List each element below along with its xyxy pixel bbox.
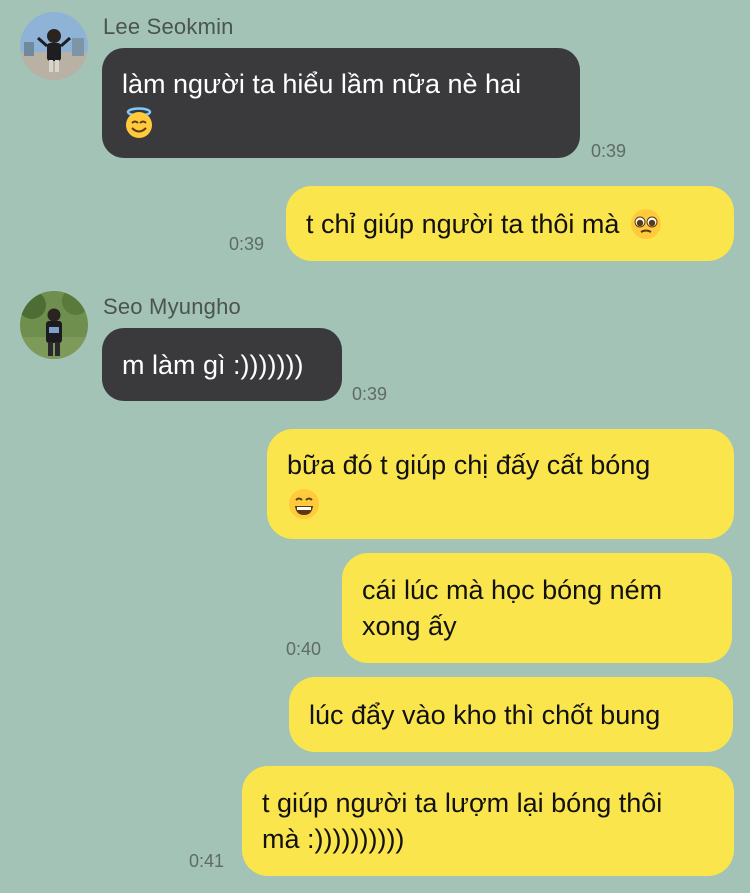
- message-bubble[interactable]: cái lúc mà học bóng ném xong ấy: [342, 553, 732, 663]
- message-bubble[interactable]: lúc đẩy vào kho thì chốt bung: [289, 677, 733, 752]
- grinning-face-icon: [287, 487, 321, 521]
- message-text: xong ấy: [362, 611, 457, 641]
- smiling-face-with-halo-icon: [122, 106, 156, 140]
- message-text: t giúp người ta lượm lại bóng thôi: [262, 788, 663, 818]
- message-text: cái lúc mà học bóng ném: [362, 575, 663, 605]
- message-text: t chỉ giúp người ta thôi mà: [306, 208, 620, 239]
- timestamp: 0:40: [286, 639, 322, 659]
- timestamp: 0:39: [591, 141, 627, 161]
- message-bubble[interactable]: bữa đó t giúp chị đấy cất bóng: [267, 429, 734, 539]
- avatar[interactable]: [20, 12, 88, 80]
- message-text: lúc đẩy vào kho thì chốt bung: [309, 699, 661, 730]
- timestamp: 0:39: [352, 384, 388, 404]
- pleading-face-icon: [629, 207, 663, 241]
- sender-name: Lee Seokmin: [103, 14, 234, 39]
- message-text: m làm gì :))))))): [122, 349, 304, 380]
- message-bubble[interactable]: làm người ta hiểu lầm nữa nè hai: [102, 48, 580, 158]
- avatar[interactable]: [20, 291, 88, 359]
- chat-screen: { "colors": { "background": "#a3c3b6", "…: [0, 0, 750, 893]
- message-bubble[interactable]: t giúp người ta lượm lại bóng thôi mà :)…: [242, 766, 734, 876]
- timestamp: 0:39: [229, 234, 265, 254]
- message-bubble[interactable]: t chỉ giúp người ta thôi mà: [286, 186, 734, 261]
- timestamp: 0:41: [189, 851, 225, 871]
- message-text: làm người ta hiểu lầm nữa nè hai: [122, 69, 522, 99]
- sender-name: Seo Myungho: [103, 294, 241, 319]
- message-text: mà :)))))))))): [262, 824, 405, 854]
- message-bubble[interactable]: m làm gì :))))))): [102, 328, 342, 401]
- message-text: bữa đó t giúp chị đấy cất bóng: [287, 450, 651, 480]
